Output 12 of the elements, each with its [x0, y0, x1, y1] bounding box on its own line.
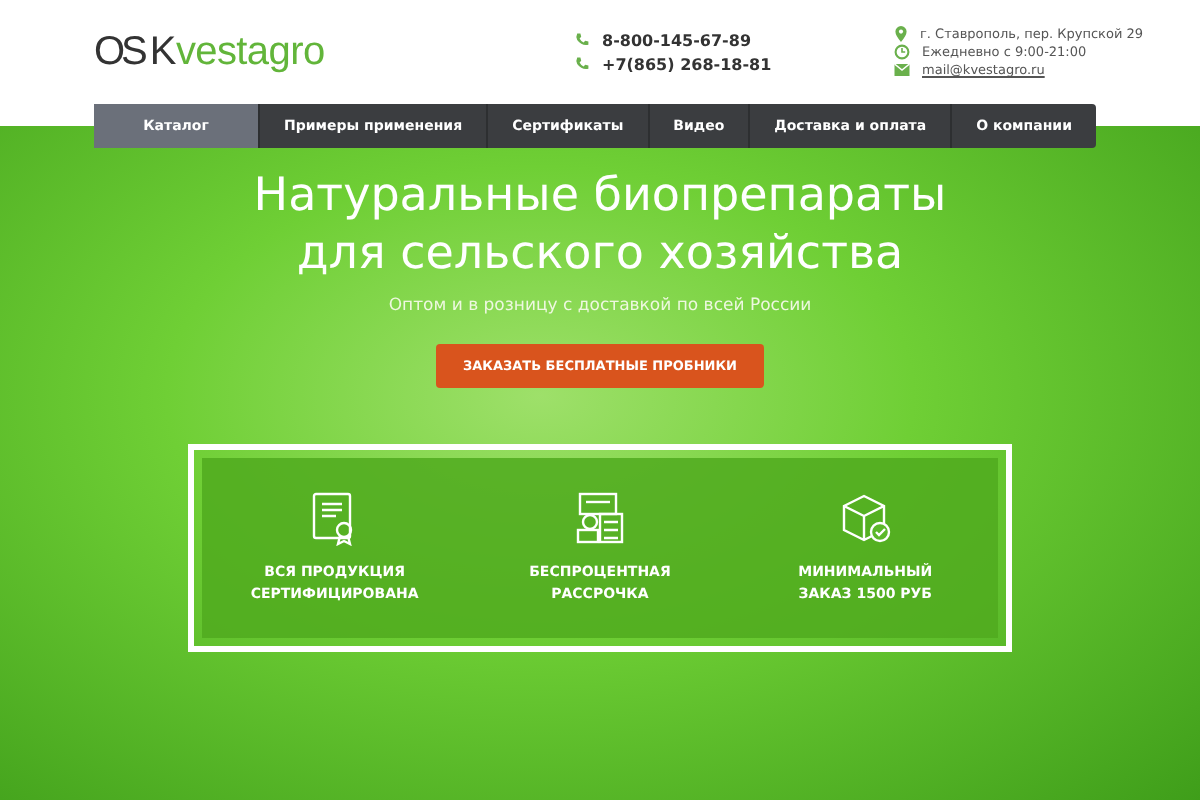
hero-subtitle: Оптом и в розницу с доставкой по всей России — [388, 296, 812, 316]
box-icon — [837, 490, 894, 546]
hero-title: Натуральные биопрепараты для сельского хозяйства — [253, 168, 947, 284]
phone-icon — [574, 32, 590, 48]
phone-icon — [574, 56, 590, 72]
location-pin-icon — [894, 26, 908, 42]
envelope-icon — [894, 64, 910, 76]
phone-number[interactable]: 8-800-145-67-89 — [602, 31, 752, 49]
phone-number[interactable]: +7(865) 268-18-81 — [602, 55, 772, 73]
logo[interactable]: OSKvestagro — [94, 29, 384, 75]
calculator-icon — [571, 490, 628, 546]
clock-icon — [894, 44, 910, 60]
